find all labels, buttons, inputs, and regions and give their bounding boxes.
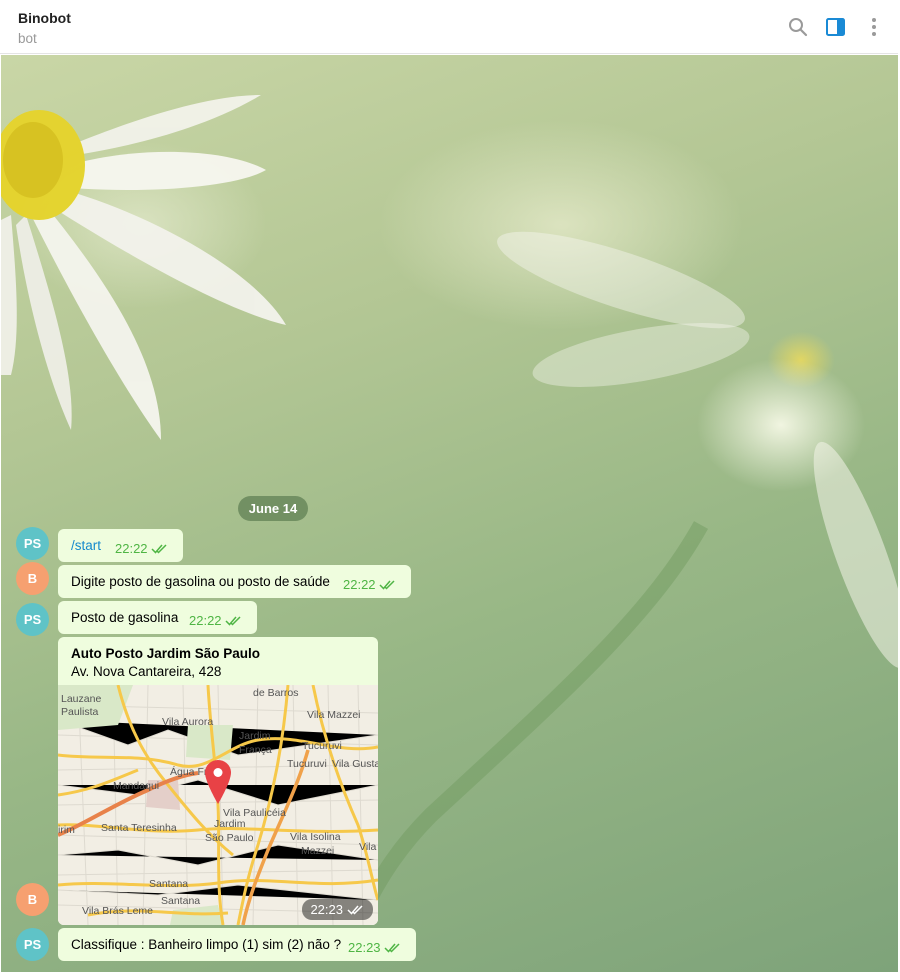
- location-title: Auto Posto Jardim São Paulo: [71, 646, 261, 661]
- chat-subtitle: bot: [18, 31, 37, 46]
- chat-header: Binobot bot: [0, 0, 898, 54]
- message-meta: 22:22: [343, 577, 397, 592]
- map-roads: [58, 685, 378, 925]
- message-meta: 22:22: [189, 613, 243, 628]
- message-meta: 22:23: [302, 899, 373, 920]
- more-vertical-icon[interactable]: [862, 15, 886, 39]
- map-pin-icon: [205, 760, 231, 804]
- message-text: Digite posto de gasolina ou posto de saú…: [71, 574, 330, 589]
- message-time: 22:22: [115, 541, 148, 556]
- avatar[interactable]: B: [16, 562, 49, 595]
- map-label: Santana: [161, 895, 201, 907]
- map-label: Vila Aurora: [162, 716, 214, 728]
- location-message[interactable]: Auto Posto Jardim São Paulo Av. Nova Can…: [58, 637, 378, 925]
- double-check-icon: [151, 543, 167, 554]
- double-check-icon: [225, 615, 241, 626]
- message-time: 22:23: [348, 940, 381, 955]
- map-label: de Barros: [253, 687, 299, 699]
- date-separator: June 14: [238, 496, 308, 521]
- message-text: Classifique : Banheiro limpo (1) sim (2)…: [71, 937, 342, 952]
- location-map[interactable]: de Barros Lauzane Paulista Vila Aurora V…: [58, 685, 378, 925]
- search-icon[interactable]: [786, 15, 810, 39]
- map-label: Vila Mazzei: [307, 709, 361, 721]
- avatar[interactable]: PS: [16, 527, 49, 560]
- message-time: 22:22: [189, 613, 222, 628]
- message-meta: 22:22: [115, 541, 169, 556]
- chat-history[interactable]: June 14 PS /start 22:22 B Digite posto d…: [1, 55, 898, 972]
- map-label: França: [239, 744, 272, 756]
- map-label: Lauzane: [61, 693, 102, 705]
- map-label: Tucuruvi: [287, 758, 327, 770]
- map-label: Vila Isolina: [290, 831, 341, 843]
- double-check-icon: [379, 579, 395, 590]
- map-label: São Paulo: [205, 832, 254, 844]
- location-address: Av. Nova Cantareira, 428: [71, 664, 222, 679]
- avatar[interactable]: PS: [16, 928, 49, 961]
- message-text: Posto de gasolina: [71, 610, 179, 625]
- map-label: Tucuruvi: [302, 740, 342, 752]
- avatar[interactable]: B: [16, 883, 49, 916]
- message-bubble[interactable]: Posto de gasolina 22:22: [58, 601, 257, 634]
- sidebar-toggle-icon[interactable]: [824, 15, 848, 39]
- message-bubble[interactable]: Classifique : Banheiro limpo (1) sim (2)…: [58, 928, 416, 961]
- map-label: Jardim: [239, 730, 271, 742]
- map-label: irim: [58, 824, 75, 836]
- bot-command-link[interactable]: /start: [71, 538, 101, 553]
- map-label: Santa Teresinha: [101, 822, 177, 834]
- double-check-icon: [347, 904, 363, 915]
- avatar[interactable]: PS: [16, 603, 49, 636]
- map-label: Vila Brás Leme: [82, 905, 154, 917]
- map-label: Paulista: [61, 706, 99, 718]
- map-label: Mazzei: [301, 845, 335, 857]
- map-label: Vila: [359, 841, 377, 853]
- map-label: Santana: [149, 878, 189, 890]
- chat-title[interactable]: Binobot: [18, 10, 71, 26]
- message-meta: 22:23: [348, 940, 402, 955]
- message-time: 22:23: [310, 902, 343, 917]
- map-label: Jardim: [214, 818, 246, 830]
- message-bubble[interactable]: Digite posto de gasolina ou posto de saú…: [58, 565, 411, 598]
- message-bubble[interactable]: /start 22:22: [58, 529, 183, 562]
- double-check-icon: [384, 942, 400, 953]
- message-time: 22:22: [343, 577, 376, 592]
- map-label: Mandaqui: [113, 780, 160, 792]
- map-label: Vila Gusta: [332, 758, 378, 770]
